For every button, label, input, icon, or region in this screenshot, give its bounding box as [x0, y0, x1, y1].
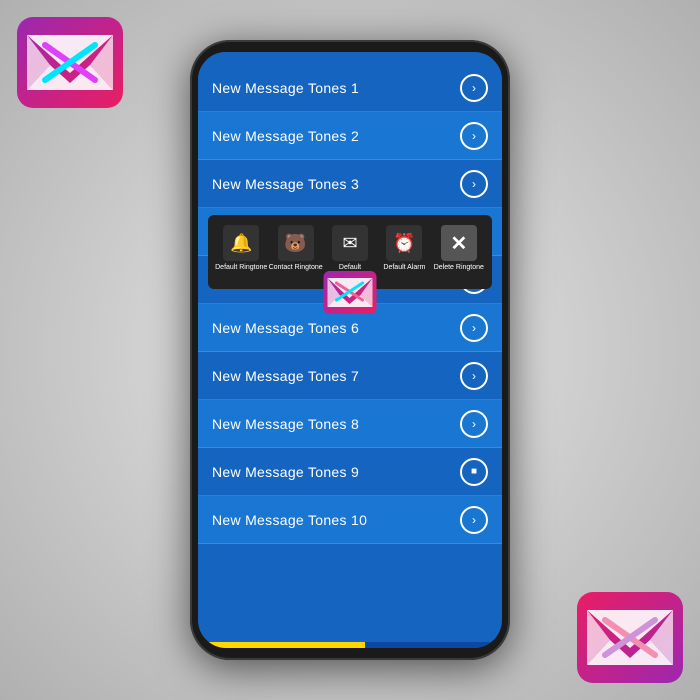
list-item[interactable]: New Message Tones 2 ›	[198, 112, 502, 160]
tone-label: New Message Tones 2	[212, 128, 359, 144]
stop-button[interactable]: ■	[460, 458, 488, 486]
list-item[interactable]: New Message Tones 1 ›	[198, 64, 502, 112]
tone-label: New Message Tones 6	[212, 320, 359, 336]
tone-label: New Message Tones 8	[212, 416, 359, 432]
phone-screen: New Message Tones 1 › New Message Tones …	[198, 52, 502, 648]
list-item[interactable]: New Message Tones 10 ›	[198, 496, 502, 544]
bottom-right-logo	[575, 590, 685, 685]
delete-ringtone-icon: ✕	[441, 225, 477, 261]
chevron-button[interactable]: ›	[460, 122, 488, 150]
chevron-button[interactable]: ›	[460, 74, 488, 102]
default-alarm-icon: ⏰	[386, 225, 422, 261]
context-menu: 🔔 Default Ringtone 🐻 Contact Ringtone ✉ …	[208, 215, 492, 289]
context-menu-item-contact-ringtone[interactable]: 🐻 Contact Ringtone	[268, 225, 322, 281]
watermark-logo	[323, 270, 378, 315]
chevron-button[interactable]: ›	[460, 506, 488, 534]
chevron-button[interactable]: ›	[460, 314, 488, 342]
phone-frame: New Message Tones 1 › New Message Tones …	[190, 40, 510, 660]
contact-ringtone-icon: 🐻	[278, 225, 314, 261]
phone-top-bar	[198, 52, 502, 60]
chevron-button[interactable]: ›	[460, 170, 488, 198]
default-alarm-label: Default Alarm	[383, 264, 425, 272]
list-item[interactable]: New Message Tones 9 ■	[198, 448, 502, 496]
context-menu-item-default-alarm[interactable]: ⏰ Default Alarm	[377, 225, 431, 281]
tone-label: New Message Tones 1	[212, 80, 359, 96]
default-ringtone-label: Default Ringtone	[215, 264, 267, 272]
context-menu-item-default-ringtone[interactable]: 🔔 Default Ringtone	[214, 225, 268, 281]
list-item[interactable]: New Message Tones 8 ›	[198, 400, 502, 448]
list-item[interactable]: New Message Tones 7 ›	[198, 352, 502, 400]
tone-label: New Message Tones 7	[212, 368, 359, 384]
tone-label: New Message Tones 9	[212, 464, 359, 480]
top-left-logo	[15, 15, 125, 110]
default-ringtone-icon: 🔔	[223, 225, 259, 261]
list-item[interactable]: New Message Tones 3 ›	[198, 160, 502, 208]
chevron-button[interactable]: ›	[460, 410, 488, 438]
tone-label: New Message Tones 3	[212, 176, 359, 192]
progress-bar	[198, 642, 365, 648]
delete-ringtone-label: Delete Ringtone	[434, 264, 484, 272]
context-menu-item-delete-ringtone[interactable]: ✕ Delete Ringtone	[432, 225, 486, 281]
contact-ringtone-label: Contact Ringtone	[269, 264, 323, 272]
chevron-button[interactable]: ›	[460, 362, 488, 390]
default-notification-icon: ✉	[332, 225, 368, 261]
progress-bar-container	[198, 642, 502, 648]
tone-label: New Message Tones 10	[212, 512, 367, 528]
